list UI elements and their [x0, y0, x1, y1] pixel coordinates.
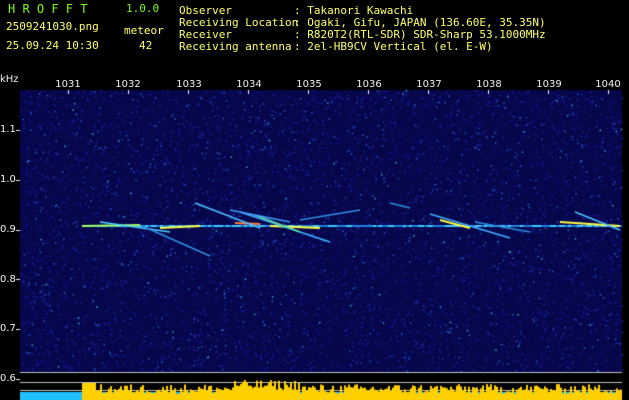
x-tick-label: 1037	[416, 79, 442, 90]
app-version: 1.0.0	[126, 2, 160, 15]
x-tick-label: 1031	[55, 79, 81, 90]
info-label-antenna: Receiving antenna	[179, 40, 292, 53]
info-value-antenna: : 2el-HB9CV Vertical (el. E-W)	[294, 40, 493, 53]
y-tick-label: 0.8	[0, 274, 16, 285]
x-tick-label: 1034	[236, 79, 262, 90]
y-axis-unit: kHz	[0, 74, 19, 85]
x-tick-label: 1040	[595, 79, 621, 90]
x-tick-label: 1036	[356, 79, 382, 90]
x-tick-label: 1035	[296, 79, 322, 90]
x-tick-label: 1039	[536, 79, 562, 90]
meteor-count: 42	[139, 39, 153, 52]
meteor-label: meteor	[124, 24, 164, 37]
x-tick-label: 1038	[476, 79, 502, 90]
y-tick-label: 0.7	[0, 323, 16, 334]
y-tick-label: 1.0	[0, 174, 16, 185]
y-tick-label: 1.1	[0, 124, 16, 135]
y-tick-label: 0.6	[0, 373, 16, 384]
app-name: H R O F F T	[8, 2, 88, 16]
x-tick-label: 1032	[115, 79, 141, 90]
x-tick-label: 1033	[176, 79, 202, 90]
y-tick-label: 0.9	[0, 224, 16, 235]
date-time: 25.09.24 10:30	[6, 39, 99, 52]
file-name: 2509241030.png	[6, 20, 99, 33]
spectrogram-canvas	[0, 0, 629, 400]
